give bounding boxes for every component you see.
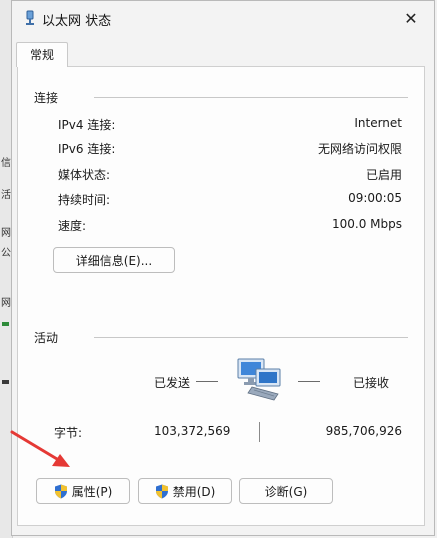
network-computers-icon (237, 358, 281, 401)
activity-separator (259, 422, 260, 442)
disable-button[interactable]: 禁用(D) (138, 478, 232, 504)
background-green-mark (2, 322, 9, 326)
close-button[interactable]: ✕ (388, 1, 434, 35)
sent-label: 已发送 (154, 376, 191, 390)
activity-section-title: 活动 (34, 331, 59, 345)
duration-label: 持续时间: (58, 193, 111, 207)
sent-dash (196, 381, 218, 382)
ipv4-connection-value: Internet (354, 116, 402, 130)
network-adapter-icon (26, 10, 34, 25)
connection-divider (94, 97, 408, 98)
media-state-value: 已启用 (365, 168, 402, 182)
uac-shield-icon (155, 484, 168, 498)
title-bar: 以太网 状态 ✕ (12, 1, 434, 35)
ipv6-connection-value: 无网络访问权限 (317, 142, 402, 156)
background-text: 网 (1, 298, 11, 309)
tab-general[interactable]: 常规 (16, 42, 68, 67)
ipv6-connection-label: IPv6 连接: (58, 142, 116, 156)
disable-button-label: 禁用(D) (172, 484, 216, 499)
duration-value: 09:00:05 (348, 191, 402, 205)
ipv4-connection-label: IPv4 连接: (58, 118, 116, 132)
received-label: 已接收 (353, 376, 390, 390)
media-state-label: 媒体状态: (58, 168, 111, 182)
bytes-sent-value: 103,372,569 (154, 424, 231, 438)
annotation-arrow-icon (10, 430, 70, 467)
bytes-received-value: 985,706,926 (325, 424, 402, 438)
background-text: 网 (1, 228, 11, 239)
background-text: 公 (1, 248, 11, 259)
background-text: 信 (1, 158, 11, 169)
details-button[interactable]: 详细信息(E)... (53, 247, 175, 273)
connection-section-title: 连接 (34, 91, 59, 105)
background-text: 活 (1, 190, 11, 201)
background-dark-mark (2, 380, 9, 384)
speed-value: 100.0 Mbps (331, 217, 402, 231)
speed-label: 速度: (58, 219, 87, 233)
received-dash (298, 381, 320, 382)
diagnose-button[interactable]: 诊断(G) (239, 478, 333, 504)
window-title: 以太网 状态 (42, 14, 112, 29)
activity-divider (94, 337, 408, 338)
